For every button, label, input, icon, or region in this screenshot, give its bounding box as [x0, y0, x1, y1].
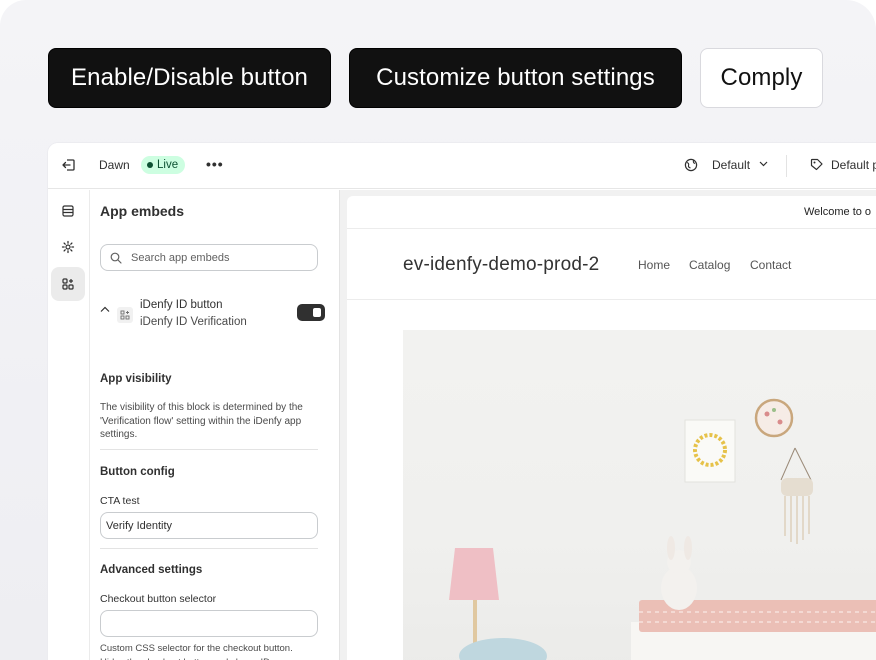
- app-visibility-title: App visibility: [100, 373, 172, 385]
- store-name[interactable]: ev-idenfy-demo-prod-2: [403, 254, 599, 276]
- nav-link-contact[interactable]: Contact: [750, 258, 791, 272]
- checkout-selector-label: Checkout button selector: [100, 593, 217, 605]
- tag-icon: [810, 158, 823, 171]
- product-selector[interactable]: Default p: [831, 158, 876, 172]
- checkout-selector-help: Custom CSS selector for the checkout but…: [100, 643, 293, 660]
- app-embed-name: iDenfy ID button: [140, 299, 223, 311]
- theme-name: Dawn: [99, 158, 130, 172]
- enable-disable-button-tab[interactable]: Enable/Disable button: [48, 48, 331, 108]
- topbar-divider: [786, 155, 787, 177]
- cta-text-label: CTA test: [100, 495, 140, 507]
- search-icon: [110, 252, 122, 264]
- left-rail: [48, 190, 90, 660]
- apps-icon: [62, 278, 74, 290]
- nav-link-catalog[interactable]: Catalog: [689, 258, 730, 272]
- live-dot-icon: [147, 162, 153, 168]
- panel-title: App embeds: [100, 203, 185, 219]
- hero-image: [403, 330, 876, 660]
- sections-icon: [62, 205, 74, 217]
- cta-text-input[interactable]: Verify Identity: [100, 512, 318, 539]
- divider: [100, 548, 318, 549]
- checkout-selector-input[interactable]: [100, 610, 318, 637]
- app-visibility-text: The visibility of this block is determin…: [100, 402, 303, 440]
- sections-rail-button[interactable]: [51, 194, 85, 228]
- app-embed-item[interactable]: iDenfy ID button iDenfy ID Verification: [100, 298, 325, 334]
- app-embeds-panel: App embeds Search app embeds iDenfy ID b…: [90, 190, 340, 660]
- globe-icon: [684, 158, 698, 172]
- store-preview: Welcome to o ev-idenfy-demo-prod-2 Home …: [340, 190, 876, 660]
- language-selector[interactable]: Default: [712, 158, 750, 172]
- wall-frame: [684, 419, 736, 483]
- macrame-string: [780, 447, 812, 481]
- theme-settings-rail-button[interactable]: [51, 230, 85, 264]
- stage: Enable/Disable button Customize button s…: [0, 0, 876, 660]
- live-badge: Live: [141, 156, 186, 174]
- app-block-icon: [117, 307, 133, 323]
- app-embed-app-name: iDenfy ID Verification: [140, 316, 247, 328]
- header-divider: [347, 299, 876, 300]
- exit-icon[interactable]: [61, 157, 77, 173]
- comply-tab[interactable]: Comply: [700, 48, 823, 108]
- editor-topbar: Dawn Live ••• Default Default p: [48, 143, 876, 189]
- announcement-bar: Welcome to o: [347, 196, 876, 229]
- nursery-illustration: [449, 398, 876, 660]
- theme-editor-window: Dawn Live ••• Default Default p App embe…: [48, 143, 876, 660]
- button-config-title: Button config: [100, 466, 175, 478]
- advanced-settings-title: Advanced settings: [100, 564, 203, 576]
- more-actions-button[interactable]: •••: [206, 156, 224, 172]
- nav-link-home[interactable]: Home: [638, 258, 670, 272]
- blanket: [459, 638, 547, 660]
- search-app-embeds-input[interactable]: Search app embeds: [100, 244, 318, 271]
- divider: [100, 449, 318, 450]
- gear-icon: [61, 240, 75, 254]
- macrame: [781, 478, 813, 496]
- app-embeds-rail-button[interactable]: [51, 267, 85, 301]
- chevron-up-icon[interactable]: [100, 306, 110, 313]
- search-placeholder: Search app embeds: [131, 251, 230, 264]
- pink-lamp: [449, 548, 499, 600]
- live-badge-label: Live: [157, 159, 179, 171]
- toggle-knob: [313, 308, 321, 317]
- preview-page: Welcome to o ev-idenfy-demo-prod-2 Home …: [347, 196, 876, 660]
- announcement-text: Welcome to o: [804, 206, 872, 218]
- embroidery-hoop: [754, 398, 794, 438]
- app-embed-toggle[interactable]: [297, 304, 325, 321]
- customize-button-settings-tab[interactable]: Customize button settings: [349, 48, 682, 108]
- chevron-down-icon[interactable]: [759, 161, 768, 167]
